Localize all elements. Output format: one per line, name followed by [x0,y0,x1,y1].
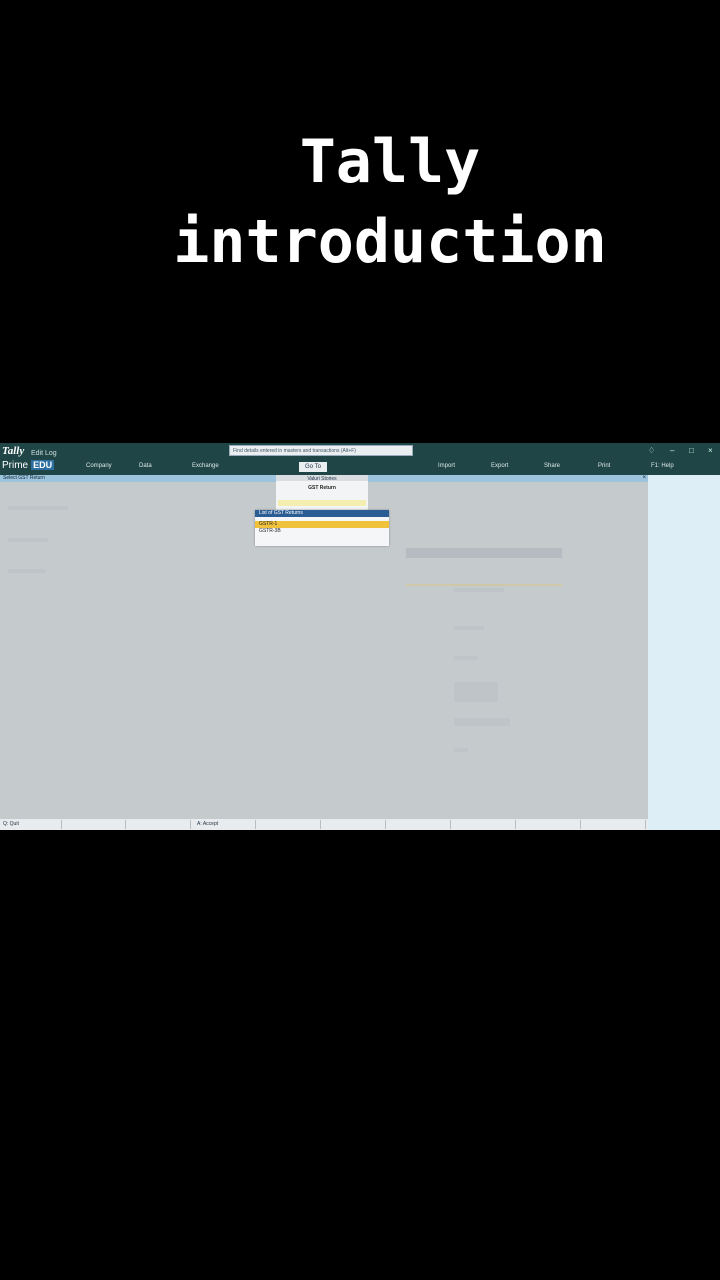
product-name: Prime EDU [2,460,55,471]
bottom-button[interactable] [324,820,386,829]
top-bar: Tally Edit Log Prime EDU Find details ent… [0,443,720,475]
faint-panel-header [406,548,562,558]
close-icon[interactable]: × [708,446,713,455]
faint-block [454,718,510,726]
bottom-button[interactable] [259,820,321,829]
bottom-button[interactable] [129,820,191,829]
menu-import[interactable]: Import [438,463,455,469]
faint-line [8,538,48,542]
bottom-button[interactable] [64,820,126,829]
gst-return-field[interactable] [278,500,366,506]
faint-line [454,588,504,592]
restore-icon[interactable]: □ [689,446,694,455]
tally-window: Tally Edit Log Prime EDU Find details ent… [0,443,720,830]
faint-block [454,682,498,702]
accept-button[interactable]: A: Accept [194,820,256,829]
list-item-gstr3b[interactable]: GSTR-3B [255,528,389,535]
quit-button[interactable]: Q: Quit [0,820,62,829]
faint-line [8,569,46,573]
list-item-gstr1[interactable]: GSTR-1 [255,521,389,528]
menu-help[interactable]: F1: Help [651,463,674,469]
edition-badge: EDU [31,460,55,470]
bottom-button[interactable] [584,820,646,829]
faint-line [8,506,68,510]
bottom-button[interactable] [519,820,581,829]
menu-company[interactable]: Company [86,463,112,469]
menu-goto[interactable]: Go To [299,462,327,472]
bottom-button[interactable] [454,820,516,829]
bell-icon[interactable]: ♢ [648,446,655,455]
video-title-line2: introduction [173,207,607,277]
menu-exchange[interactable]: Exchange [192,463,219,469]
edit-log-label[interactable]: Edit Log [31,450,57,457]
bottom-button[interactable] [389,820,451,829]
menu-print[interactable]: Print [598,463,610,469]
gst-return-panel: GST Return [276,481,368,512]
gst-return-label: GST Return [308,485,336,491]
bottom-bar: Q: Quit A: Accept [0,819,648,830]
gst-returns-list: List of GST Returns GSTR-1 GSTR-3B [255,510,389,546]
button-panel [648,475,720,830]
minimize-icon[interactable]: – [670,446,674,455]
list-header: List of GST Returns [255,510,389,517]
close-screen-icon[interactable]: × [642,475,646,482]
faint-line [454,748,468,752]
menu-export[interactable]: Export [491,463,508,469]
video-title-line1: Tally [299,127,481,197]
screen-title: Select GST Return [3,475,45,481]
tally-logo: Tally [2,445,25,457]
menu-data[interactable]: Data [139,463,152,469]
faint-divider [406,584,562,586]
menu-share[interactable]: Share [544,463,560,469]
search-input[interactable]: Find details entered in masters and tran… [229,445,413,456]
faint-line [454,626,484,630]
faint-line [454,656,478,660]
